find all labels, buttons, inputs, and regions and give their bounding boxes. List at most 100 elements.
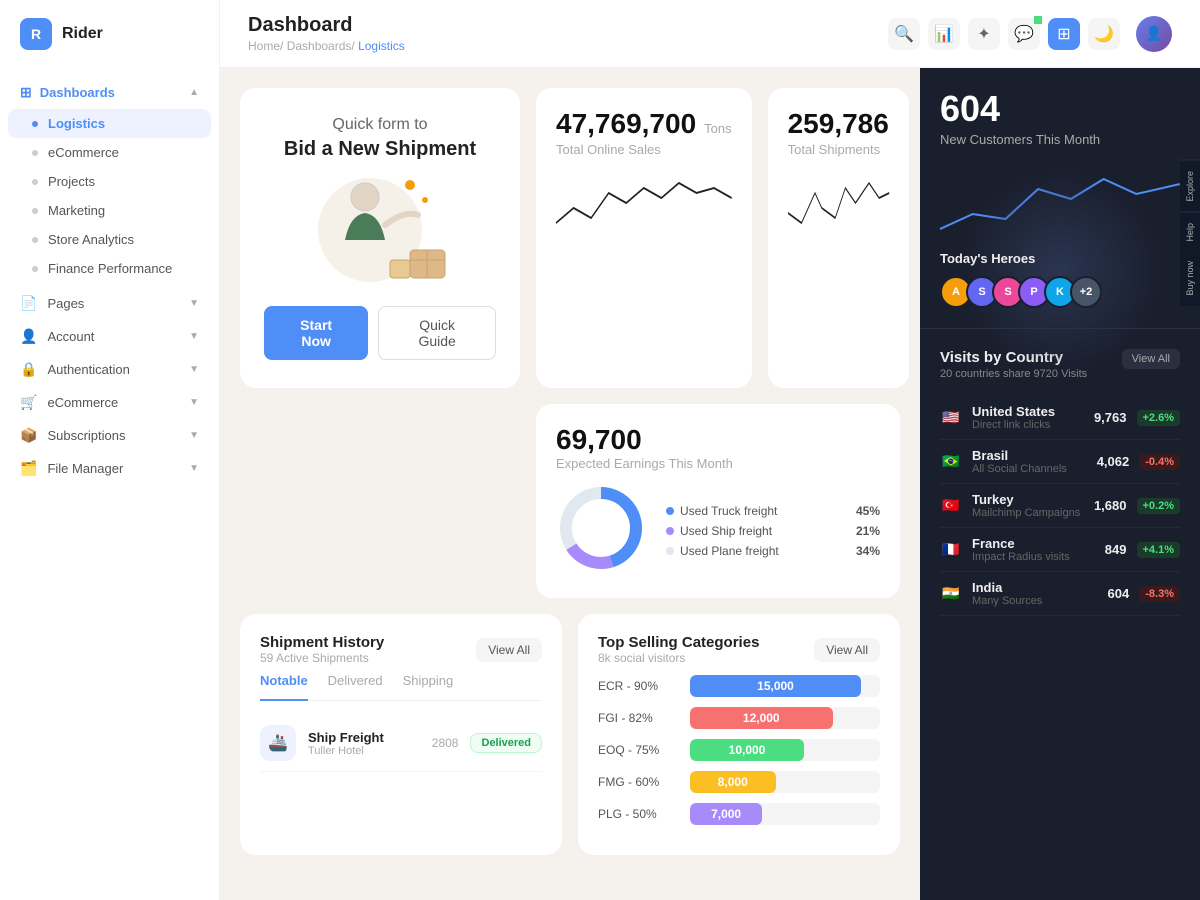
plane-dot [666, 547, 674, 555]
country-info-us: United States Direct link clicks [972, 404, 1084, 431]
sidebar-item-ecommerce[interactable]: eCommerce [0, 138, 219, 167]
total-shipments-value: 259,786 [788, 108, 889, 139]
heroes-title: Today's Heroes [940, 251, 1180, 266]
cat-bar-eoq-wrap: 10,000 [690, 739, 880, 761]
sidebar-group-pages[interactable]: 📄 Pages ▼ [0, 287, 219, 320]
topbar-left: Dashboard Home/ Dashboards/ Logistics [248, 14, 405, 53]
tab-delivered[interactable]: Delivered [328, 673, 383, 692]
hero-avatar-more: +2 [1070, 276, 1102, 308]
donut-chart [556, 483, 646, 578]
chevron-up-icon: ▲ [189, 87, 199, 98]
categories-title: Top Selling Categories [598, 634, 759, 651]
chat-button[interactable]: 💬 [1008, 18, 1040, 50]
sidebar-item-store-analytics[interactable]: Store Analytics [0, 225, 219, 254]
settings-button[interactable]: ✦ [968, 18, 1000, 50]
chevron-down-icon: ▼ [189, 331, 199, 342]
categories-subtitle: 8k social visitors [598, 651, 759, 665]
help-tab[interactable]: Help [1180, 212, 1200, 252]
sidebar-item-logistics[interactable]: Logistics [8, 109, 211, 138]
sidebar-item-marketing[interactable]: Marketing [0, 196, 219, 225]
sidebar-group-dashboards[interactable]: ⊞ Dashboards ▲ [0, 76, 219, 109]
sidebar-group-account[interactable]: 👤 Account ▼ [0, 320, 219, 353]
sub-icon: 📦 [20, 427, 37, 444]
sidebar-group-authentication[interactable]: 🔒 Authentication ▼ [0, 353, 219, 386]
hero-title: Quick form to [284, 116, 476, 134]
ecom-icon: 🛒 [20, 394, 37, 411]
sidebar-group-ecom[interactable]: 🛒 eCommerce ▼ [0, 386, 219, 419]
buy-now-tab[interactable]: Buy now [1180, 251, 1200, 306]
cat-bar-plg-wrap: 7,000 [690, 803, 880, 825]
sidebar-item-projects[interactable]: Projects [0, 167, 219, 196]
cat-label-eoq: EOQ - 75% [598, 743, 678, 757]
total-shipments-chart [788, 173, 889, 233]
cat-label-fgi: FGI - 82% [598, 711, 678, 725]
shipment-view-all-button[interactable]: View All [476, 638, 542, 662]
cat-bar-ecr: 15,000 [690, 675, 861, 697]
dot-icon [32, 179, 38, 185]
change-badge-br: -0.4% [1139, 454, 1180, 470]
grid-view-button[interactable]: ⊞ [1048, 18, 1080, 50]
sidebar-group-filemanager[interactable]: 🗂️ File Manager ▼ [0, 452, 219, 485]
cat-label-ecr: ECR - 90% [598, 679, 678, 693]
cat-bar-ecr-wrap: 15,000 [690, 675, 880, 697]
chevron-down-icon: ▼ [189, 298, 199, 309]
tab-notable[interactable]: Notable [260, 673, 308, 701]
donut-area: Used Truck freight 45% Used Ship freight… [556, 483, 880, 578]
second-row: 69,700 Expected Earnings This Month [240, 404, 900, 598]
legend-truck: Used Truck freight 45% [666, 504, 880, 518]
explore-tab[interactable]: Explore [1180, 160, 1200, 212]
hero-buttons: Start Now Quick Guide [264, 306, 496, 360]
topbar-icons: 🔍 📊 ✦ 💬 ⊞ 🌙 [888, 18, 1120, 50]
visits-header: Visits by Country 20 countries share 972… [940, 349, 1180, 380]
cat-row-eoq: EOQ - 75% 10,000 [598, 739, 880, 761]
flag-in: 🇮🇳 [940, 586, 962, 602]
country-info-tr: Turkey Mailchimp Campaigns [972, 492, 1084, 519]
tab-shipping[interactable]: Shipping [403, 673, 454, 692]
categories-view-all-button[interactable]: View All [814, 638, 880, 662]
cat-row-plg: PLG - 50% 7,000 [598, 803, 880, 825]
donut-legend: Used Truck freight 45% Used Ship freight… [666, 498, 880, 564]
chevron-down-icon: ▼ [189, 364, 199, 375]
pages-icon: 📄 [20, 295, 37, 312]
search-button[interactable]: 🔍 [888, 18, 920, 50]
country-list: 🇺🇸 United States Direct link clicks 9,76… [940, 396, 1180, 616]
quick-guide-button[interactable]: Quick Guide [378, 306, 496, 360]
breadcrumb: Home/ Dashboards/ Logistics [248, 39, 405, 53]
ship-dot [666, 527, 674, 535]
file-icon: 🗂️ [20, 460, 37, 477]
legend-plane: Used Plane freight 34% [666, 544, 880, 558]
cat-bar-fgi-wrap: 12,000 [690, 707, 880, 729]
cat-label-fmg: FMG - 60% [598, 775, 678, 789]
sidebar-item-finance-performance[interactable]: Finance Performance [0, 254, 219, 283]
hero-subtitle: Bid a New Shipment [284, 138, 476, 161]
chart-button[interactable]: 📊 [928, 18, 960, 50]
grid-icon: ⊞ [20, 84, 32, 101]
sidebar-logo: R Rider [0, 0, 219, 68]
flag-br: 🇧🇷 [940, 454, 962, 470]
visits-title: Visits by Country [940, 349, 1087, 366]
user-avatar[interactable]: 👤 [1136, 16, 1172, 52]
account-icon: 👤 [20, 328, 37, 345]
sidebar-group-subscriptions[interactable]: 📦 Subscriptions ▼ [0, 419, 219, 452]
heroes-section: Today's Heroes A S S P K +2 [940, 251, 1180, 308]
country-info-in: India Many Sources [972, 580, 1098, 607]
new-customers-card: 604 New Customers This Month [920, 68, 1200, 328]
chevron-down-icon: ▼ [189, 397, 199, 408]
visits-view-all-button[interactable]: View All [1122, 349, 1180, 369]
auth-icon: 🔒 [20, 361, 37, 378]
change-badge-fr: +4.1% [1137, 542, 1181, 558]
notification-dot [1034, 16, 1042, 24]
cat-row-ecr: ECR - 90% 15,000 [598, 675, 880, 697]
ship-info: Ship Freight Tuller Hotel [308, 730, 420, 757]
legend-ship: Used Ship freight 21% [666, 524, 880, 538]
dot-icon [32, 150, 38, 156]
flag-us: 🇺🇸 [940, 410, 962, 426]
start-now-button[interactable]: Start Now [264, 306, 368, 360]
ship-sub: Tuller Hotel [308, 745, 420, 757]
chevron-down-icon: ▼ [189, 463, 199, 474]
table-row: 🚢 Ship Freight Tuller Hotel 2808 Deliver… [260, 715, 542, 772]
content-main: Quick form to Bid a New Shipment [220, 68, 920, 900]
total-sales-unit: Tons [704, 121, 731, 136]
theme-toggle-button[interactable]: 🌙 [1088, 18, 1120, 50]
flag-tr: 🇹🇷 [940, 498, 962, 514]
